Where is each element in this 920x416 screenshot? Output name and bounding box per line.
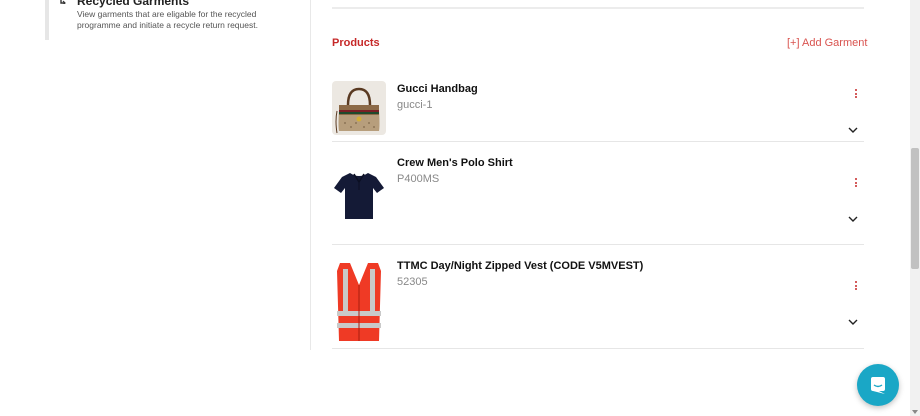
row-divider — [332, 348, 864, 349]
product-code: P400MS — [397, 173, 440, 185]
product-thumbnail — [332, 81, 386, 135]
product-code: 52305 — [397, 276, 428, 288]
hi-vis-vest-image — [337, 263, 381, 341]
section-divider — [332, 7, 864, 9]
polo-shirt-image — [334, 173, 384, 219]
more-options-icon[interactable] — [854, 281, 858, 292]
handbag-image — [335, 87, 380, 134]
product-name[interactable]: Crew Men's Polo Shirt — [397, 157, 513, 169]
sidebar-active-indicator — [45, 0, 49, 40]
product-name[interactable]: Gucci Handbag — [397, 83, 478, 95]
more-options-icon[interactable] — [854, 178, 858, 189]
column-divider — [310, 0, 311, 350]
scrollbar-thumb[interactable] — [911, 148, 919, 269]
product-thumbnail — [332, 259, 386, 343]
chevron-down-icon[interactable] — [848, 318, 858, 326]
recycle-icon — [60, 0, 66, 4]
product-thumbnail — [332, 168, 386, 222]
more-options-icon[interactable] — [854, 89, 858, 100]
product-row: Gucci Handbag gucci-1 — [332, 70, 864, 142]
sidebar-section-title[interactable]: Recycled Garments — [77, 0, 189, 8]
product-code: gucci-1 — [397, 99, 433, 111]
chevron-down-icon[interactable] — [848, 215, 858, 223]
chat-button[interactable] — [857, 364, 899, 406]
scroll-down-arrow-icon[interactable] — [912, 410, 918, 414]
vertical-scrollbar[interactable] — [910, 0, 920, 416]
product-name[interactable]: TTMC Day/Night Zipped Vest (CODE V5MVEST… — [397, 260, 643, 272]
products-heading: Products — [332, 37, 380, 49]
chat-icon — [871, 377, 885, 394]
product-row: TTMC Day/Night Zipped Vest (CODE V5MVEST… — [332, 245, 864, 349]
product-row: Crew Men's Polo Shirt P400MS — [332, 142, 864, 245]
add-garment-link[interactable]: [+] Add Garment — [787, 37, 867, 49]
sidebar-section-description: View garments that are eligable for the … — [77, 9, 258, 30]
chevron-down-icon[interactable] — [848, 126, 858, 134]
